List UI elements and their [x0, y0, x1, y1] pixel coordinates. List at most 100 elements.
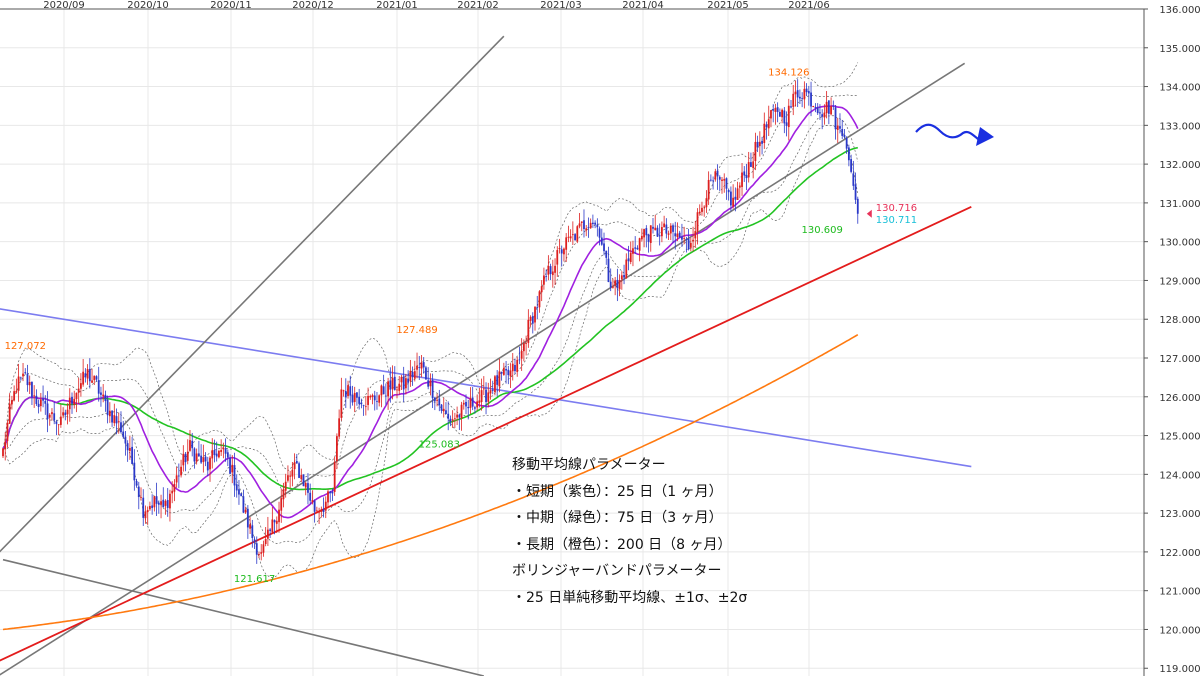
candle-body	[93, 375, 96, 381]
candle-body	[68, 397, 71, 410]
candle-body	[246, 508, 249, 528]
candle-body	[108, 410, 111, 417]
candle-body	[327, 491, 329, 503]
candle-body	[271, 519, 274, 533]
candle-body	[705, 198, 708, 208]
candle-body	[338, 418, 341, 437]
candle-body	[674, 233, 677, 237]
candle-body	[31, 381, 33, 398]
candle-body	[770, 110, 772, 119]
candle-body	[522, 343, 525, 352]
candle-body	[195, 453, 198, 462]
candle-body	[518, 359, 521, 361]
candle-body	[307, 483, 309, 493]
candle-body	[645, 228, 648, 236]
candle-body	[812, 105, 815, 108]
candle-body	[616, 279, 619, 289]
candle-body	[431, 380, 434, 399]
candle-body	[282, 489, 285, 500]
candle-body	[583, 220, 585, 230]
candle-body	[634, 247, 637, 249]
candle-body	[783, 110, 786, 124]
candle-body	[175, 475, 178, 483]
candle-body	[4, 441, 7, 450]
candle-body	[485, 389, 487, 403]
candle-body	[313, 500, 316, 512]
candle-body	[687, 238, 690, 250]
candle-body	[8, 403, 11, 424]
candle-body	[64, 412, 67, 416]
candle-body	[13, 391, 16, 401]
candle-body	[340, 389, 343, 418]
candle-body	[462, 402, 465, 405]
candle-body	[558, 248, 561, 250]
candle-body	[240, 493, 243, 497]
candle-body	[55, 421, 58, 424]
candle-body	[467, 406, 470, 409]
y-tick-label: 123.000	[1159, 509, 1200, 520]
candle-body	[311, 500, 314, 503]
candle-body	[384, 395, 387, 397]
candle-body	[440, 404, 443, 411]
candle-body	[803, 88, 806, 100]
candle-body	[605, 250, 608, 258]
candle-body	[496, 375, 499, 385]
candle-body	[218, 450, 220, 458]
candle-body	[137, 486, 140, 498]
candle-body	[474, 407, 476, 409]
price-annotation: 134.126	[768, 68, 809, 79]
candle-body	[144, 511, 147, 519]
forecast-arrow-icon	[915, 123, 994, 146]
candle-body	[51, 412, 53, 415]
candle-body	[44, 400, 47, 404]
candle-body	[300, 475, 303, 480]
candle-body	[113, 415, 116, 424]
last-price-label: 130.711	[876, 215, 917, 226]
candle-body	[438, 398, 441, 406]
candle-body	[563, 248, 565, 255]
candle-body	[169, 493, 171, 509]
candle-body	[173, 483, 176, 492]
candle-body	[810, 92, 812, 107]
candle-body	[182, 453, 185, 466]
candle-body	[609, 281, 612, 288]
candle-body	[453, 418, 456, 420]
candle-body	[676, 233, 679, 238]
candle-body	[224, 448, 227, 454]
candle-body	[153, 496, 156, 508]
candle-body	[380, 385, 383, 396]
candle-body	[269, 529, 272, 531]
candle-body	[594, 222, 597, 225]
candle-body	[529, 316, 532, 321]
candle-body	[389, 380, 392, 390]
candle-body	[763, 123, 766, 144]
candle-body	[743, 171, 746, 176]
candle-body	[409, 370, 412, 382]
candle-body	[275, 520, 278, 524]
candle-body	[280, 498, 283, 511]
candle-body	[369, 396, 372, 398]
candle-body	[732, 197, 735, 207]
candle-body	[255, 543, 258, 555]
candle-body	[82, 371, 85, 385]
candle-body	[498, 371, 501, 387]
candle-body	[799, 96, 801, 99]
candle-body	[309, 492, 312, 501]
candle-body	[765, 124, 768, 128]
candle-body	[827, 100, 830, 114]
candle-body	[638, 238, 641, 251]
candle-body	[422, 362, 425, 368]
candle-body	[140, 497, 142, 498]
candle-body	[843, 134, 846, 137]
candle-body	[652, 226, 654, 229]
candle-body	[476, 401, 479, 408]
candle-body	[509, 370, 512, 377]
candle-body	[104, 394, 107, 402]
candle-body	[854, 184, 857, 200]
candle-body	[318, 511, 320, 513]
candle-body	[75, 392, 78, 400]
candle-body	[714, 171, 717, 180]
candle-body	[15, 390, 18, 393]
candle-body	[349, 386, 352, 396]
candle-body	[841, 129, 844, 136]
